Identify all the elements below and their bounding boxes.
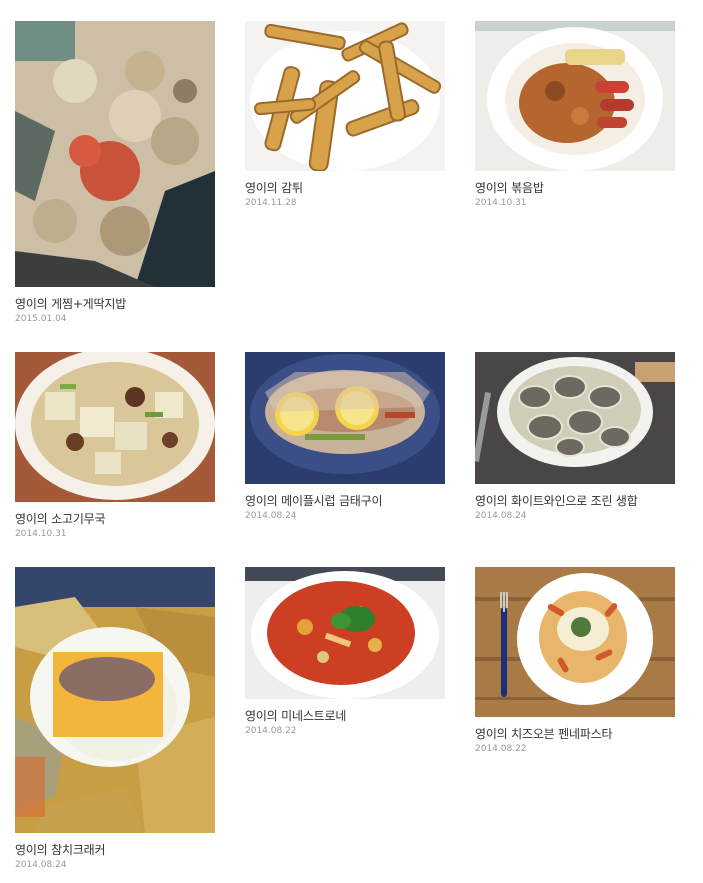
tuna-cracker-photo[interactable] bbox=[15, 567, 215, 833]
minestrone-photo[interactable] bbox=[245, 567, 445, 699]
post-title[interactable]: 영이의 치즈오븐 펜네파스타 bbox=[475, 726, 675, 742]
fries-photo[interactable] bbox=[245, 21, 445, 171]
grilled-fish-photo[interactable] bbox=[245, 352, 445, 484]
post-title[interactable]: 영이의 미네스트로네 bbox=[245, 708, 445, 724]
post-card[interactable]: 영이의 볶음밥 2014.10.31 bbox=[475, 21, 675, 210]
post-date: 2014.08.22 bbox=[475, 744, 527, 754]
clams-photo[interactable] bbox=[475, 352, 675, 484]
post-date: 2015.01.04 bbox=[15, 314, 67, 324]
post-date: 2014.08.24 bbox=[475, 511, 527, 521]
post-date: 2014.08.22 bbox=[245, 726, 297, 736]
penne-photo[interactable] bbox=[475, 567, 675, 717]
post-card[interactable]: 영이의 감튀 2014.11.28 bbox=[245, 21, 445, 210]
post-card[interactable]: 영이의 미네스트로네 2014.08.22 bbox=[245, 567, 445, 738]
post-card[interactable]: 영이의 게찜+게딱지밥 2015.01.04 bbox=[15, 21, 215, 326]
crab-rice-photo[interactable] bbox=[15, 21, 215, 287]
post-title[interactable]: 영이의 감튀 bbox=[245, 180, 445, 196]
post-date: 2014.11.28 bbox=[245, 198, 297, 208]
post-date: 2014.08.24 bbox=[245, 511, 297, 521]
fried-rice-photo[interactable] bbox=[475, 21, 675, 171]
post-card[interactable]: 영이의 메이플시럽 금태구이 2014.08.24 bbox=[245, 352, 445, 523]
post-card[interactable]: 영이의 소고기무국 2014.10.31 bbox=[15, 352, 215, 541]
post-title[interactable]: 영이의 소고기무국 bbox=[15, 511, 215, 527]
post-card[interactable]: 영이의 참치크래커 2014.08.24 bbox=[15, 567, 215, 872]
post-date: 2014.08.24 bbox=[15, 860, 67, 870]
post-title[interactable]: 영이의 화이트와인으로 조린 생합 bbox=[475, 493, 675, 509]
post-title[interactable]: 영이의 참치크래커 bbox=[15, 842, 215, 858]
post-date: 2014.10.31 bbox=[15, 529, 67, 539]
post-date: 2014.10.31 bbox=[475, 198, 527, 208]
post-title[interactable]: 영이의 볶음밥 bbox=[475, 180, 675, 196]
post-title[interactable]: 영이의 게찜+게딱지밥 bbox=[15, 296, 215, 312]
post-card[interactable]: 영이의 치즈오븐 펜네파스타 2014.08.22 bbox=[475, 567, 675, 756]
beef-radish-soup-photo[interactable] bbox=[15, 352, 215, 502]
post-card[interactable]: 영이의 화이트와인으로 조린 생합 2014.08.24 bbox=[475, 352, 675, 523]
post-title[interactable]: 영이의 메이플시럽 금태구이 bbox=[245, 493, 445, 509]
